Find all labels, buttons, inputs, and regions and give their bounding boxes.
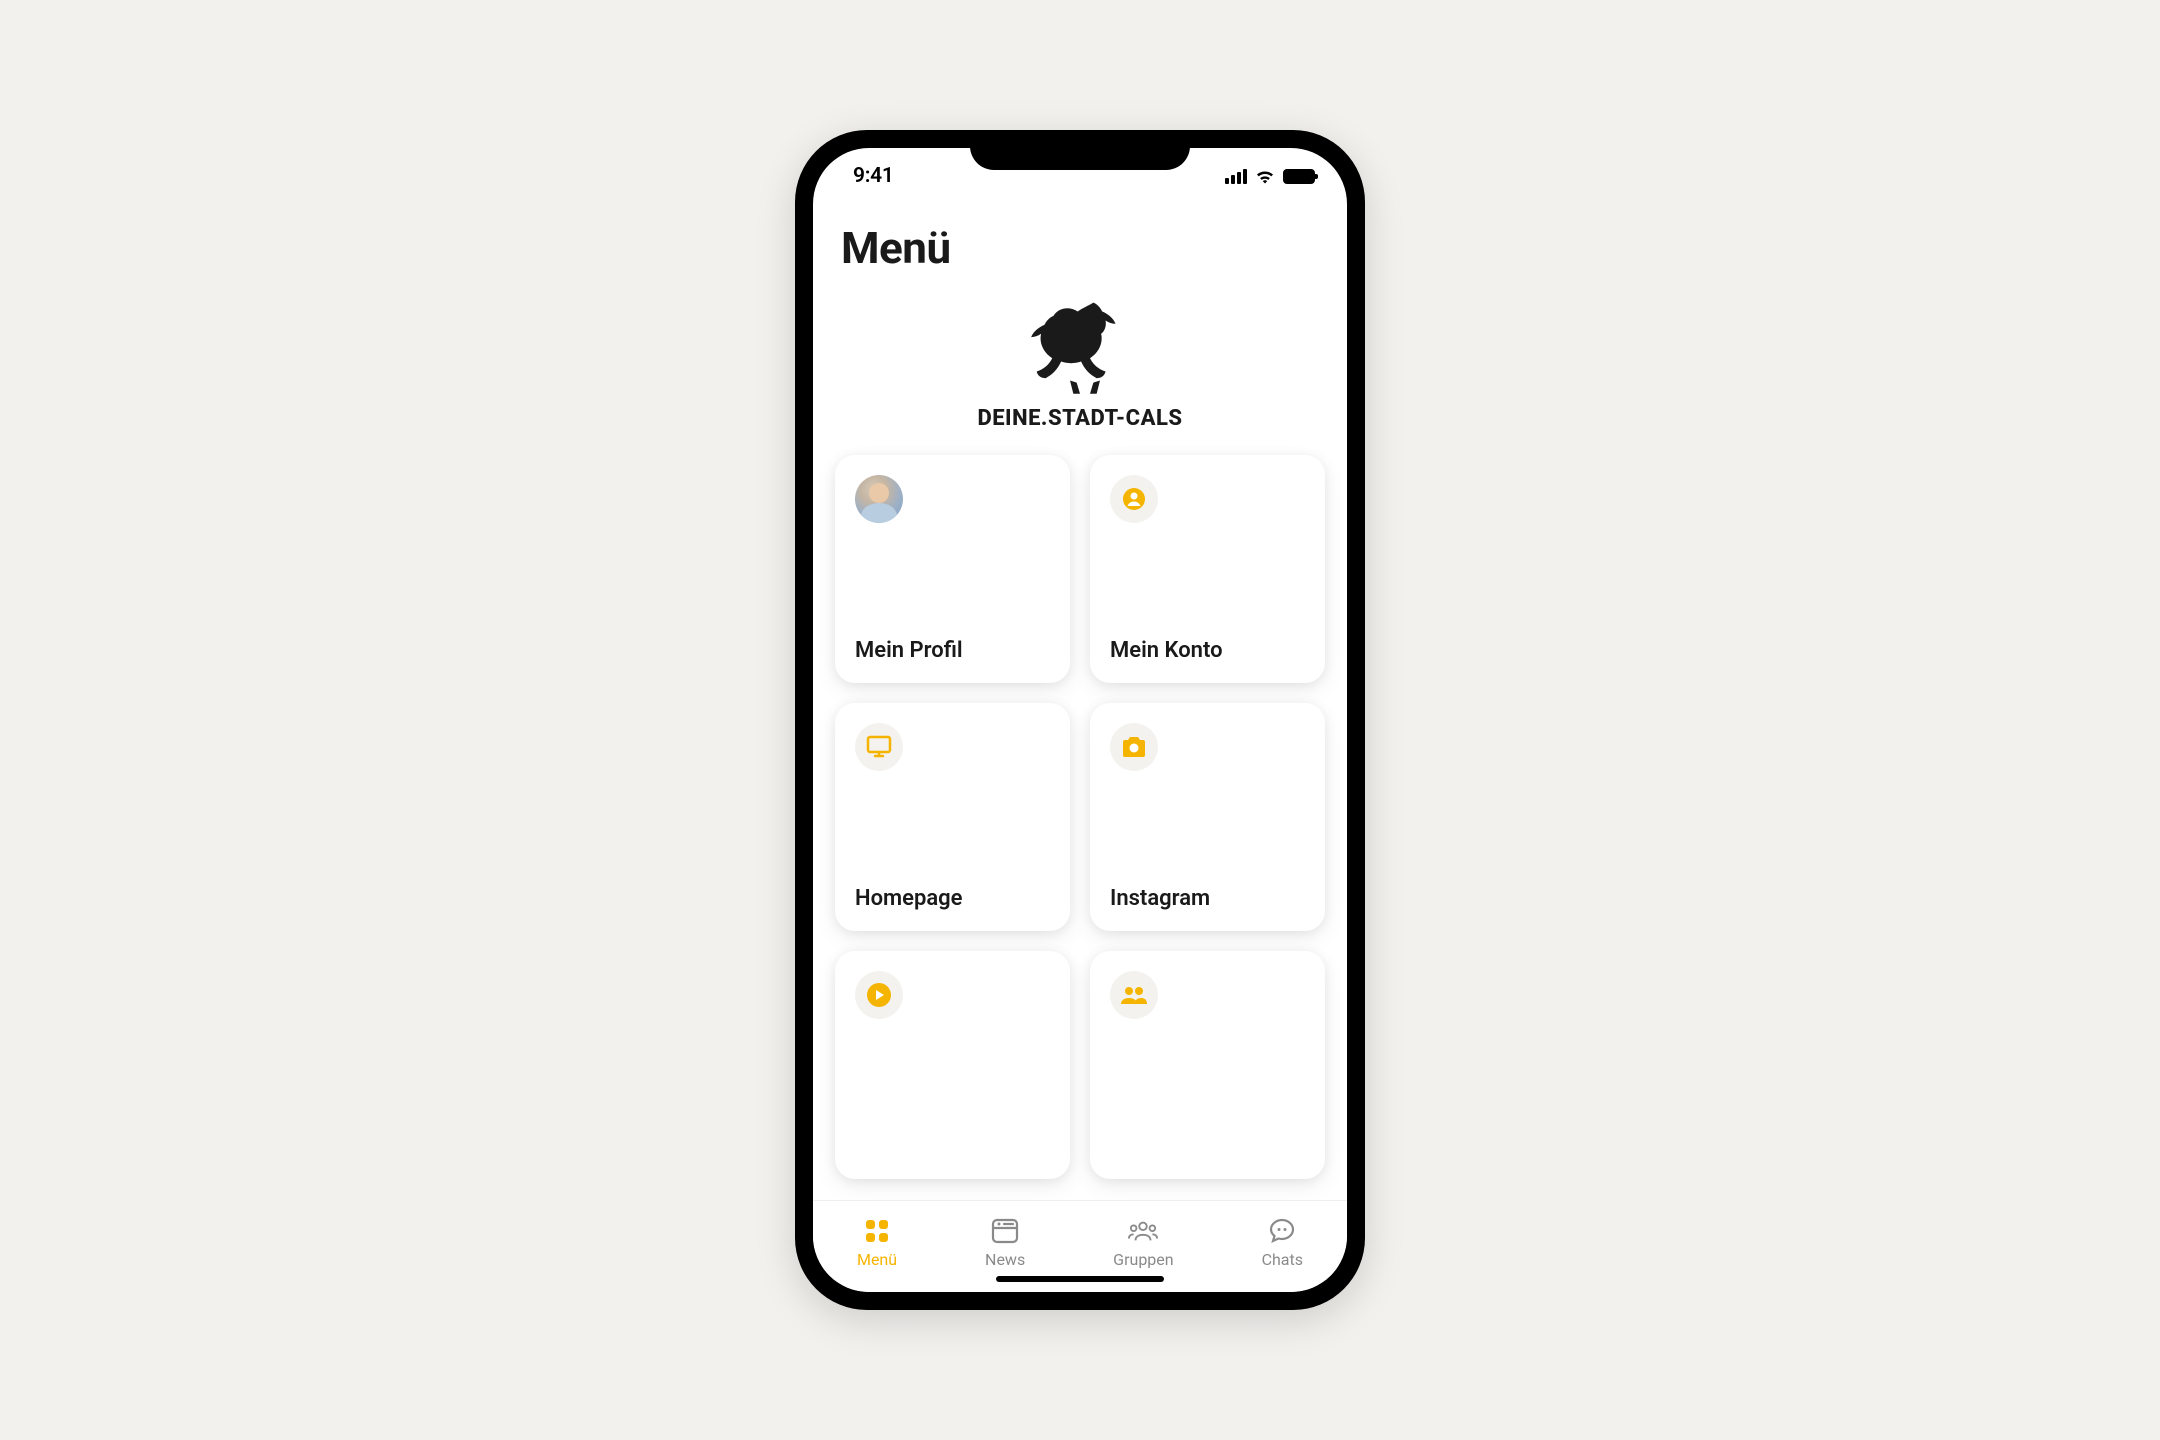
tab-menu[interactable]: Menü <box>857 1216 897 1269</box>
card-instagram[interactable]: Instagram <box>1090 703 1325 931</box>
brand-block: DEINE.STADT-CALS <box>813 288 1347 455</box>
card-play[interactable] <box>835 951 1070 1179</box>
tab-label: Gruppen <box>1113 1250 1173 1269</box>
horse-logo-icon <box>1020 296 1140 396</box>
tab-gruppen[interactable]: Gruppen <box>1113 1216 1173 1269</box>
wifi-icon <box>1254 168 1276 184</box>
camera-icon <box>1110 723 1158 771</box>
account-icon <box>1110 475 1158 523</box>
tab-bar: Menü News Gruppen Chats <box>813 1200 1347 1292</box>
card-label: Instagram <box>1110 886 1305 911</box>
tab-label: Menü <box>857 1250 897 1269</box>
brand-name: DEINE.STADT-CALS <box>977 406 1182 431</box>
monitor-icon <box>855 723 903 771</box>
device-notch <box>970 130 1190 170</box>
card-label: Homepage <box>855 886 1050 911</box>
card-mein-konto[interactable]: Mein Konto <box>1090 455 1325 683</box>
content: Menü DEINE.STADT-CALS Mein Profil Mein K… <box>813 204 1347 1200</box>
avatar-icon <box>855 475 903 523</box>
status-time: 9:41 <box>853 164 894 188</box>
tab-chats[interactable]: Chats <box>1262 1216 1303 1269</box>
cellular-signal-icon <box>1225 169 1247 184</box>
card-homepage[interactable]: Homepage <box>835 703 1070 931</box>
home-indicator[interactable] <box>996 1276 1164 1282</box>
tab-label: Chats <box>1262 1250 1303 1269</box>
tab-label: News <box>985 1250 1025 1269</box>
status-right <box>1225 168 1315 184</box>
card-label: Mein Konto <box>1110 638 1305 663</box>
battery-icon <box>1283 169 1315 184</box>
menu-grid: Mein Profil Mein Konto Homepage <box>813 455 1347 1179</box>
phone-frame: 9:41 Menü DEINE.STADT-CALS Mein <box>795 130 1365 1310</box>
card-label: Mein Profil <box>855 638 1050 663</box>
news-icon <box>990 1216 1020 1246</box>
card-people[interactable] <box>1090 951 1325 1179</box>
grid-icon <box>862 1216 892 1246</box>
tab-news[interactable]: News <box>985 1216 1025 1269</box>
people-icon <box>1110 971 1158 1019</box>
chats-icon <box>1267 1216 1297 1246</box>
play-icon <box>855 971 903 1019</box>
page-title: Menü <box>813 204 1347 288</box>
card-mein-profil[interactable]: Mein Profil <box>835 455 1070 683</box>
groups-icon <box>1128 1216 1158 1246</box>
screen: 9:41 Menü DEINE.STADT-CALS Mein <box>813 148 1347 1292</box>
